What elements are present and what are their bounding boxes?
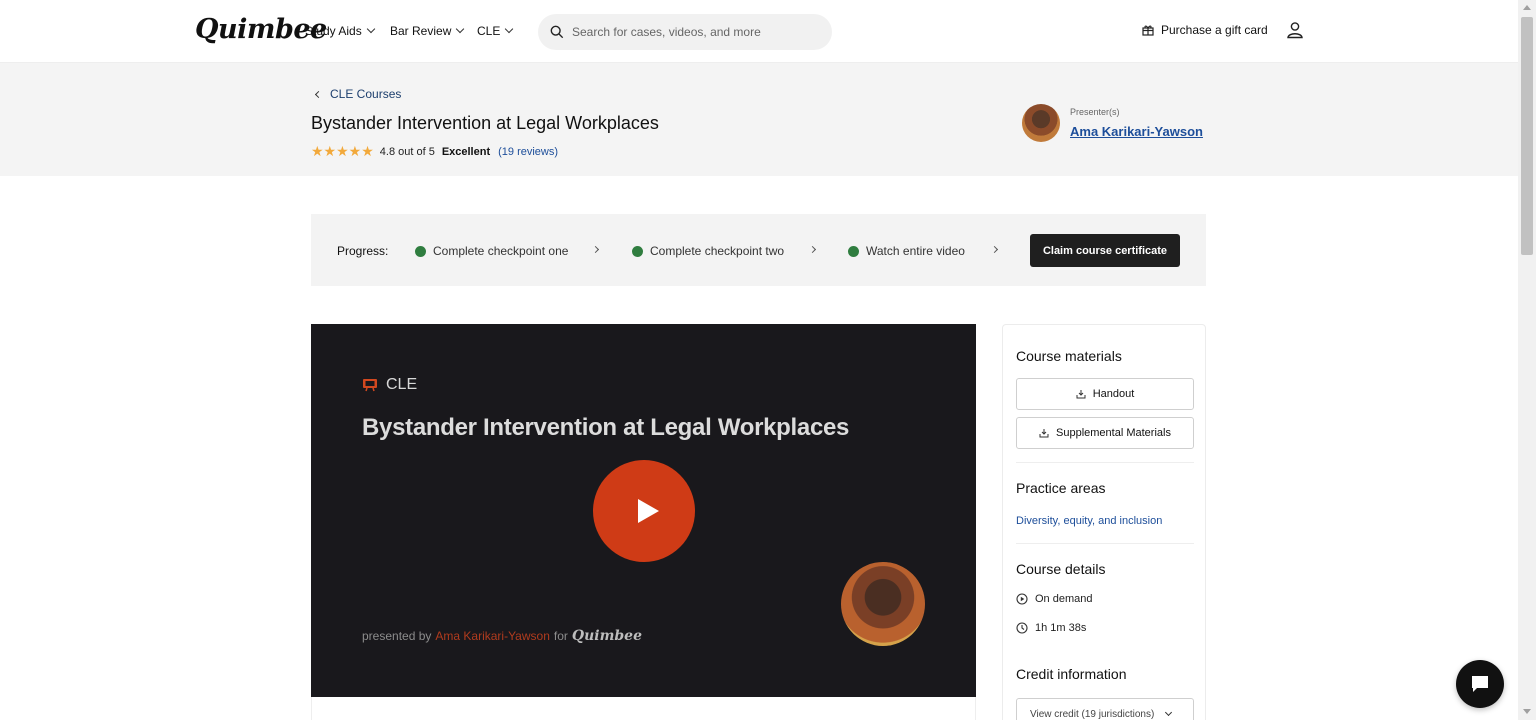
chat-widget-button[interactable] bbox=[1456, 660, 1504, 708]
practice-area-link[interactable]: Diversity, equity, and inclusion bbox=[1016, 515, 1162, 527]
presenter-video-thumbnail bbox=[841, 562, 925, 646]
scrollbar-thumb[interactable] bbox=[1521, 17, 1533, 255]
page-title: Bystander Intervention at Legal Workplac… bbox=[311, 113, 659, 133]
status-dot-icon bbox=[415, 245, 426, 257]
rating-label: Excellent bbox=[441, 145, 491, 158]
supplemental-materials-label: Supplemental Materials bbox=[1056, 427, 1171, 439]
scroll-down-arrow-icon[interactable] bbox=[1523, 709, 1531, 714]
presentation-icon bbox=[363, 379, 377, 392]
gift-card-label: Purchase a gift card bbox=[1161, 23, 1268, 37]
video-player[interactable]: CLE Bystander Intervention at Legal Work… bbox=[311, 324, 976, 697]
play-icon bbox=[637, 499, 659, 523]
progress-step-label: Complete checkpoint two bbox=[650, 244, 785, 258]
chevron-right-icon bbox=[808, 245, 817, 254]
handout-button[interactable]: Handout bbox=[1016, 378, 1194, 410]
download-icon bbox=[1076, 390, 1086, 399]
search-bar bbox=[538, 14, 832, 50]
credit-information-heading: Credit information bbox=[1016, 666, 1127, 682]
nav-cle-label: CLE bbox=[477, 24, 501, 38]
presenter-avatar bbox=[1022, 104, 1060, 142]
divider bbox=[1016, 543, 1194, 544]
rating-score: 4.8 out of 5 bbox=[379, 145, 435, 158]
video-brand-logo: Quimbee bbox=[571, 628, 642, 644]
detail-on-demand: On demand bbox=[1016, 593, 1092, 605]
progress-panel: Progress: Complete checkpoint one Comple… bbox=[311, 214, 1206, 286]
purchase-gift-card-link[interactable]: Purchase a gift card bbox=[1142, 23, 1268, 37]
status-dot-icon bbox=[632, 245, 643, 257]
top-navigation-bar: Quimbee Study Aids Bar Review CLE Purcha… bbox=[0, 0, 1518, 63]
page-scrollbar[interactable] bbox=[1518, 0, 1536, 720]
detail-duration: 1h 1m 38s bbox=[1016, 622, 1086, 634]
scroll-up-arrow-icon[interactable] bbox=[1523, 5, 1531, 10]
chevron-down-icon bbox=[456, 24, 465, 34]
course-rating: ★★★★★ 4.8 out of 5 Excellent (19 reviews… bbox=[311, 143, 558, 160]
for-text: for bbox=[553, 629, 568, 643]
progress-step-checkpoint-two: Complete checkpoint two bbox=[632, 244, 784, 258]
play-button[interactable] bbox=[593, 460, 695, 562]
video-info-panel bbox=[311, 697, 976, 720]
gift-icon bbox=[1142, 25, 1154, 36]
nav-study-aids-label: Study Aids bbox=[305, 24, 362, 38]
search-input[interactable] bbox=[572, 25, 812, 39]
chevron-right-icon bbox=[591, 245, 600, 254]
progress-step-label: Complete checkpoint one bbox=[433, 244, 569, 258]
progress-step-checkpoint-one: Complete checkpoint one bbox=[415, 244, 568, 258]
video-credit-line: presented by Ama Karikari-Yawson for Qui… bbox=[362, 628, 642, 644]
chat-bubble-icon bbox=[1472, 676, 1488, 692]
chevron-right-icon bbox=[990, 245, 999, 254]
presenter-label: Presenter(s) bbox=[1070, 107, 1120, 117]
reviews-link[interactable]: (19 reviews) bbox=[498, 146, 558, 158]
supplemental-materials-button[interactable]: Supplemental Materials bbox=[1016, 417, 1194, 449]
progress-step-watch-video: Watch entire video bbox=[848, 244, 965, 258]
video-presenter-name: Ama Karikari-Yawson bbox=[435, 629, 550, 643]
claim-certificate-button[interactable]: Claim course certificate bbox=[1030, 234, 1180, 267]
chevron-left-icon bbox=[314, 90, 323, 98]
video-title: Bystander Intervention at Legal Workplac… bbox=[362, 414, 850, 441]
divider bbox=[1016, 462, 1194, 463]
video-cle-tag: CLE bbox=[362, 376, 417, 394]
user-account-icon[interactable] bbox=[1286, 21, 1304, 39]
chevron-down-icon bbox=[1165, 708, 1173, 717]
practice-areas-heading: Practice areas bbox=[1016, 480, 1106, 496]
view-credit-dropdown[interactable]: View credit (19 jurisdictions) bbox=[1016, 698, 1194, 720]
progress-label: Progress: bbox=[337, 244, 389, 258]
handout-label: Handout bbox=[1092, 388, 1135, 400]
detail-label: On demand bbox=[1035, 593, 1093, 605]
status-dot-icon bbox=[848, 245, 859, 257]
nav-bar-review[interactable]: Bar Review bbox=[390, 24, 465, 38]
view-credit-label: View credit (19 jurisdictions) bbox=[1030, 708, 1155, 720]
clock-icon bbox=[1016, 622, 1028, 634]
star-rating-icon: ★★★★★ bbox=[311, 143, 374, 159]
search-icon bbox=[550, 25, 564, 39]
presenter-name-link[interactable]: Ama Karikari-Yawson bbox=[1070, 124, 1203, 139]
download-icon bbox=[1039, 429, 1049, 438]
breadcrumb-label: CLE Courses bbox=[330, 87, 402, 101]
presented-by-text: presented by bbox=[362, 629, 432, 643]
detail-label: 1h 1m 38s bbox=[1035, 622, 1087, 634]
course-details-heading: Course details bbox=[1016, 561, 1106, 577]
nav-study-aids[interactable]: Study Aids bbox=[305, 24, 375, 38]
nav-cle[interactable]: CLE bbox=[477, 24, 514, 38]
chevron-down-icon bbox=[505, 24, 514, 34]
course-sidebar: Course materials Handout Supplemental Ma… bbox=[1002, 324, 1206, 720]
play-circle-icon bbox=[1016, 593, 1028, 605]
nav-bar-review-label: Bar Review bbox=[390, 24, 452, 38]
video-tag-label: CLE bbox=[386, 376, 418, 393]
chevron-down-icon bbox=[366, 24, 375, 34]
course-header-band bbox=[0, 63, 1518, 176]
breadcrumb-cle-courses[interactable]: CLE Courses bbox=[314, 87, 402, 101]
course-materials-heading: Course materials bbox=[1016, 348, 1122, 364]
progress-step-label: Watch entire video bbox=[866, 244, 965, 258]
